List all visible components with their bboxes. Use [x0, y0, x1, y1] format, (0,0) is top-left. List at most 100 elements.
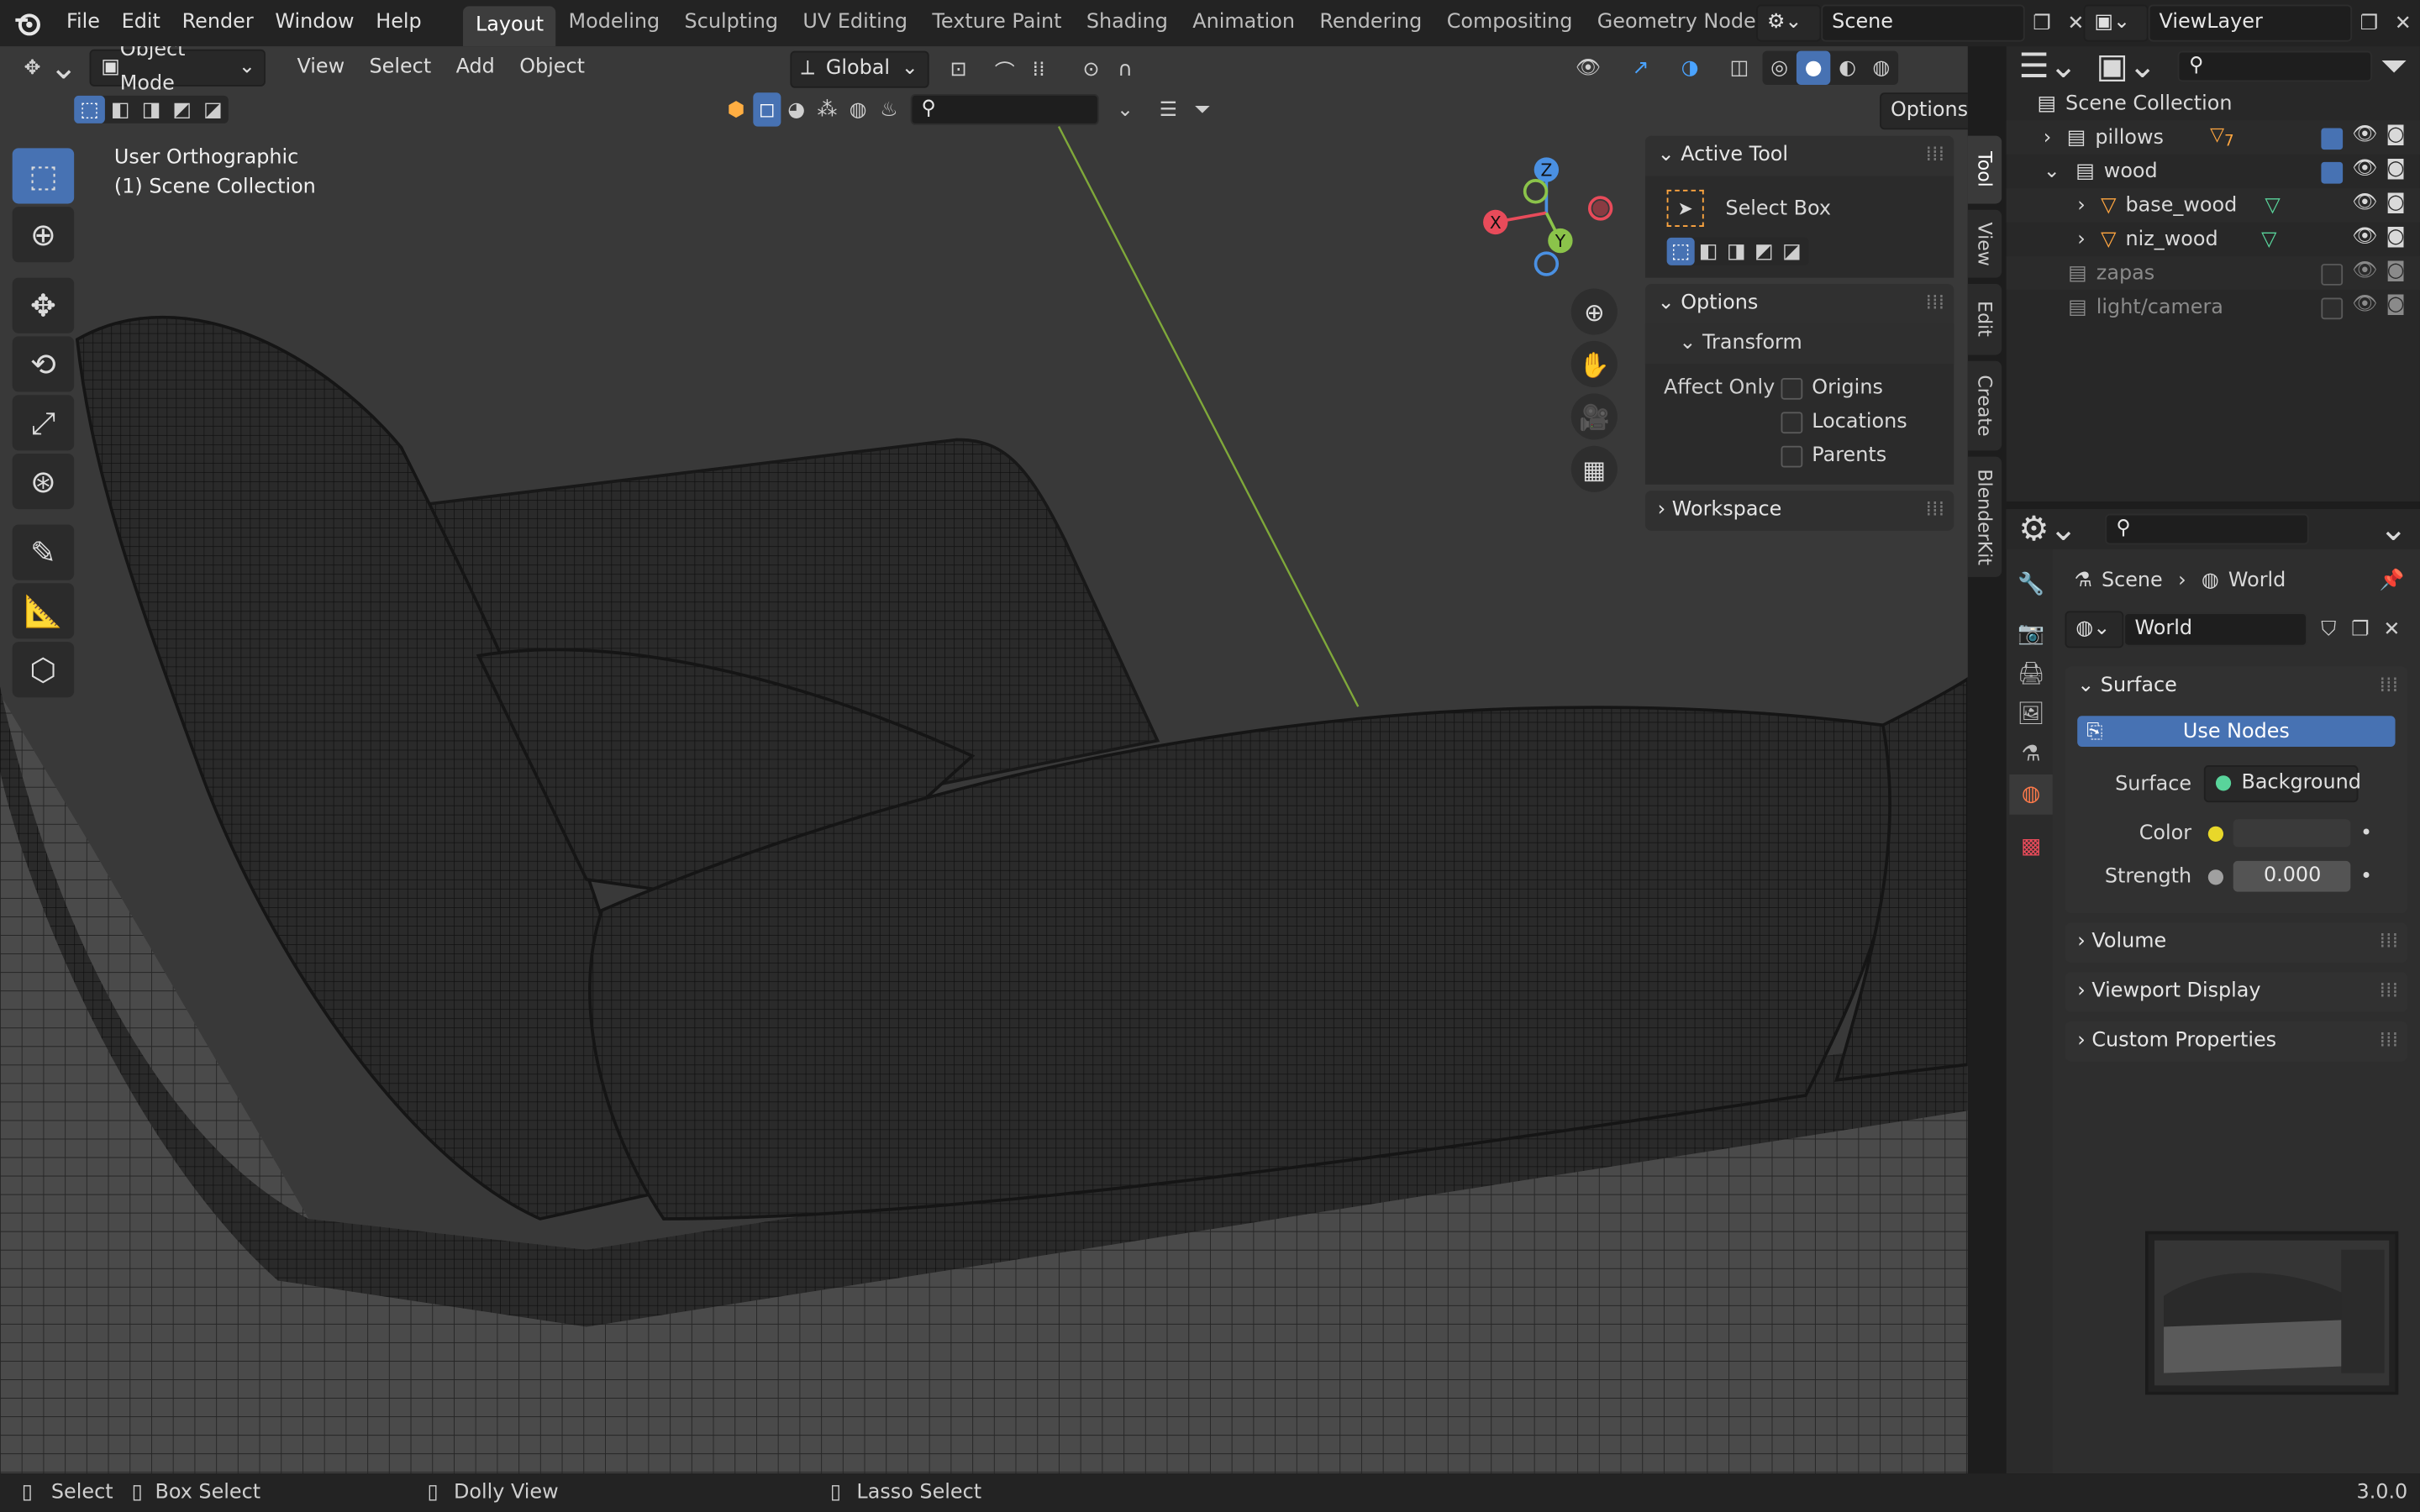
drag-handle-icon[interactable]: ⁞⁞⁞	[2379, 972, 2407, 1012]
transform-tool-icon[interactable]: ⊛	[12, 453, 75, 510]
eye-icon[interactable]: 👁	[2352, 157, 2377, 181]
scene-browse-button[interactable]: ⚙ ⌄	[1756, 4, 1822, 42]
expand-arrow-icon[interactable]: ›	[2077, 228, 2086, 251]
camera-icon[interactable]: ◙	[2386, 192, 2406, 215]
locations-checkbox[interactable]: Locations	[1781, 411, 1907, 433]
funnel-filter-icon[interactable]: ⏷	[2381, 47, 2407, 86]
gizmo-toggle-icon[interactable]: ↗	[1623, 51, 1657, 85]
sort-dropdown-icon[interactable]: ⌄	[1108, 92, 1142, 126]
duplicate-icon[interactable]: ❐	[2344, 612, 2376, 646]
drag-handle-icon[interactable]: ⁞⁞⁞	[1925, 491, 1954, 531]
eye-icon[interactable]: 👁	[2352, 260, 2377, 283]
menu-select[interactable]: Select	[357, 50, 444, 87]
menu-edit[interactable]: Edit	[111, 0, 171, 46]
xray-icon[interactable]: ◫	[1723, 51, 1756, 85]
scene-tab-icon[interactable]: ⚗	[2009, 734, 2052, 774]
tab-tool[interactable]: Tool	[1967, 135, 2002, 204]
viewlayer-browse-button[interactable]: ▣ ⌄	[2083, 4, 2149, 42]
tab-shading[interactable]: Shading	[1074, 0, 1180, 46]
tab-layout[interactable]: Layout	[463, 6, 556, 47]
chevron-down-icon[interactable]: ⌄	[2379, 510, 2407, 549]
snap-grid-icon[interactable]: ⁞⁞	[1022, 52, 1055, 86]
outliner-item-zapas[interactable]: ▤ zapas 👁 ◙	[2006, 255, 2420, 291]
texture-tab-icon[interactable]: ▩	[2009, 827, 2052, 867]
editor-type-button[interactable]: ✥ ⌄	[15, 49, 78, 87]
surface-panel-header[interactable]: ⌄ Surface ⁞⁞⁞	[2065, 666, 2408, 706]
overlays-icon[interactable]: ◑	[1673, 51, 1707, 85]
world-browse-button[interactable]: ◍ ⌄	[2065, 611, 2124, 648]
view-layer-tab-icon[interactable]: 🖼	[2009, 695, 2052, 735]
tab-geometry-nodes[interactable]: Geometry Nodes	[1585, 0, 1779, 46]
expand-arrow-icon[interactable]: ›	[2077, 194, 2086, 218]
camera-icon[interactable]: ◙	[2386, 260, 2406, 283]
menu-window[interactable]: Window	[265, 0, 366, 46]
scene-copy-icon[interactable]: ❐	[2025, 6, 2059, 39]
exclude-checkbox[interactable]	[2321, 128, 2344, 150]
orientation-dropdown[interactable]: ⟂ Global ⌄	[790, 50, 929, 88]
origins-checkbox[interactable]: Origins	[1781, 376, 1883, 400]
viewport-search-input[interactable]: ⚲	[910, 94, 1099, 125]
transform-subpanel-header[interactable]: ⌄ Transform	[1644, 323, 1954, 365]
eye-icon[interactable]: 👁	[2352, 192, 2377, 215]
tab-create[interactable]: Create	[1967, 360, 2002, 451]
tab-view[interactable]: View	[1967, 209, 2002, 278]
select-new-icon[interactable]: ⬚	[74, 95, 105, 123]
blender-logo-icon[interactable]	[0, 9, 55, 37]
navigation-gizmo[interactable]: Z X Y	[1474, 151, 1620, 282]
grid-ortho-icon[interactable]: ▦	[1570, 445, 1618, 492]
select-box-tool-icon[interactable]: ⬚	[12, 148, 75, 204]
falloff-icon[interactable]: ∩	[1108, 52, 1142, 86]
strength-field[interactable]: 0.000	[2233, 860, 2351, 892]
pan-hand-icon[interactable]: ✋	[1570, 340, 1618, 388]
camera-icon[interactable]: ◙	[2386, 123, 2406, 147]
fake-user-icon[interactable]: ⛉	[2312, 612, 2344, 646]
rotate-tool-icon[interactable]: ⟲	[12, 336, 75, 392]
eye-icon[interactable]: 👁	[2352, 225, 2377, 249]
tab-compositing[interactable]: Compositing	[1434, 0, 1585, 46]
menu-object[interactable]: Object	[507, 50, 597, 87]
pin-icon[interactable]: 📌	[2380, 569, 2405, 592]
options-dropdown[interactable]: Options⌄	[1880, 92, 1968, 130]
measure-tool-icon[interactable]: 📐	[12, 583, 75, 639]
mode-dropdown[interactable]: ▣ Object Mode ⌄	[90, 46, 266, 96]
menu-help[interactable]: Help	[365, 0, 432, 46]
add-cube-tool-icon[interactable]: ⬡	[12, 642, 75, 698]
menu-add[interactable]: Add	[444, 50, 508, 87]
keyframe-dot-icon[interactable]: •	[2360, 822, 2372, 845]
exclude-checkbox[interactable]	[2321, 161, 2344, 184]
viewlayer-close-icon[interactable]: ✕	[2386, 6, 2420, 39]
proportional-edit-icon[interactable]: ⊙	[1074, 52, 1107, 86]
volume-panel-header[interactable]: › Volume ⁞⁞⁞	[2065, 922, 2408, 963]
filter-mesh-icon[interactable]: ◻	[753, 92, 781, 127]
wireframe-shading-icon[interactable]: ◎	[1763, 51, 1797, 85]
color-socket-icon[interactable]: ●	[2207, 822, 2224, 845]
mode-new-icon[interactable]: ⬚	[1666, 237, 1695, 265]
custom-properties-panel-header[interactable]: › Custom Properties ⁞⁞⁞	[2065, 1021, 2408, 1062]
filter-sphere-icon[interactable]: ◕	[781, 92, 812, 126]
properties-search-input[interactable]: ⚲	[2105, 513, 2310, 545]
mode-extend-icon[interactable]: ◧	[1695, 238, 1723, 265]
tab-blenderkit[interactable]: BlenderKit	[1967, 456, 2002, 577]
tab-uv-editing[interactable]: UV Editing	[791, 0, 920, 46]
drag-handle-icon[interactable]: ⁞⁞⁞	[2379, 1021, 2407, 1062]
eye-icon[interactable]: 👁	[2352, 293, 2377, 317]
outliner-item-pillows[interactable]: › ▤ pillows ▽7 👁 ◙	[2006, 120, 2420, 155]
scale-tool-icon[interactable]: ⤢	[12, 395, 75, 451]
select-invert-icon[interactable]: ◩	[166, 96, 197, 123]
workspace-panel-header[interactable]: › Workspace ⁞⁞⁞	[1644, 491, 1954, 531]
move-tool-icon[interactable]: ✥	[12, 277, 75, 333]
world-tab-icon[interactable]: ◍	[2009, 774, 2053, 815]
drag-handle-icon[interactable]: ⁞⁞⁞	[1925, 136, 1954, 176]
output-tab-icon[interactable]: 🖨	[2009, 654, 2052, 695]
active-tool-panel-header[interactable]: ⌄ Active Tool ⁞⁞⁞	[1644, 135, 1954, 176]
display-mode-button[interactable]: ▣ ⌄	[2096, 47, 2157, 86]
camera-view-icon[interactable]: 🎥	[1570, 393, 1618, 440]
exclude-checkbox[interactable]	[2321, 297, 2344, 320]
tab-sculpting[interactable]: Sculpting	[672, 0, 791, 46]
outliner-item-wood[interactable]: ⌄ ▤ wood 👁 ◙	[2007, 155, 2420, 188]
mode-subtract-icon[interactable]: ◨	[1723, 238, 1750, 265]
exclude-checkbox[interactable]	[2321, 264, 2344, 286]
visibility-icon[interactable]: 👁	[1571, 51, 1605, 85]
active-tool-row[interactable]: ➤ Select Box	[1666, 185, 1933, 231]
zoom-icon[interactable]: ⊕	[1570, 288, 1618, 335]
